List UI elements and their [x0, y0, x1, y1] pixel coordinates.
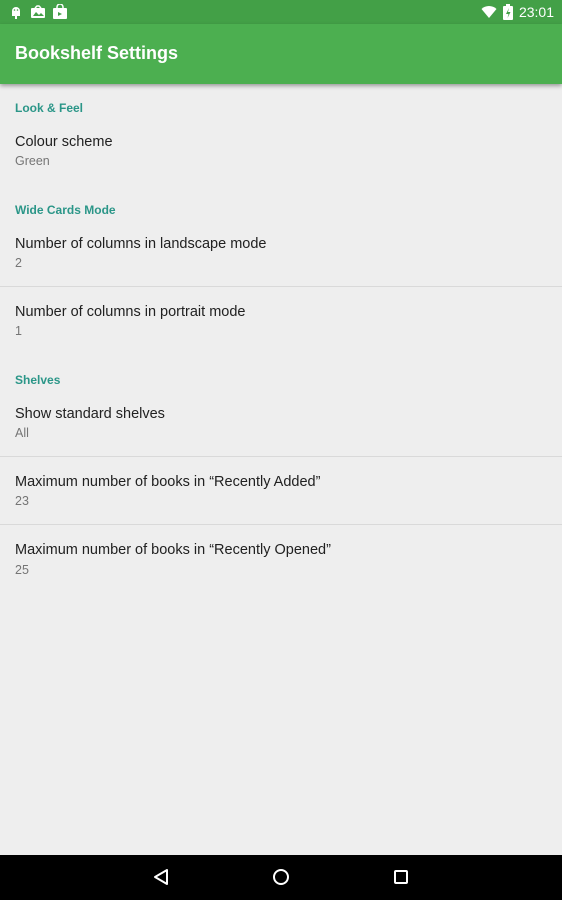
pref-summary: 23 [15, 494, 29, 508]
navigation-bar [0, 855, 562, 900]
pref-title: Maximum number of books in “Recently Ope… [15, 542, 331, 558]
pref-recently-added-max[interactable]: Maximum number of books in “Recently Add… [0, 460, 562, 524]
app-bar: Bookshelf Settings [0, 24, 562, 84]
settings-list: Look & Feel Colour scheme Green Wide Car… [0, 84, 562, 854]
pref-portrait-columns[interactable]: Number of columns in portrait mode 1 [0, 290, 562, 354]
section-header-look-and-feel: Look & Feel [15, 101, 84, 115]
back-icon[interactable] [149, 865, 173, 889]
status-bar: 23:01 [0, 0, 562, 24]
pref-title: Number of columns in portrait mode [15, 304, 246, 320]
android-debug-icon [8, 4, 24, 20]
pref-landscape-columns[interactable]: Number of columns in landscape mode 2 [0, 222, 562, 286]
pref-colour-scheme[interactable]: Colour scheme Green [0, 120, 562, 180]
section-header-shelves: Shelves [15, 373, 61, 387]
wifi-icon [481, 4, 497, 20]
divider [0, 524, 562, 525]
pref-standard-shelves[interactable]: Show standard shelves All [0, 392, 562, 456]
divider [0, 456, 562, 457]
pref-summary: 2 [15, 256, 22, 270]
home-icon[interactable] [269, 865, 293, 889]
pref-summary: 25 [15, 563, 29, 577]
page-title: Bookshelf Settings [15, 43, 179, 63]
battery-icon [502, 4, 513, 20]
pref-summary: Green [15, 154, 50, 168]
pref-title: Number of columns in landscape mode [15, 236, 267, 252]
pref-title: Show standard shelves [15, 406, 165, 422]
pref-title: Colour scheme [15, 134, 113, 150]
pref-recently-opened-max[interactable]: Maximum number of books in “Recently Ope… [0, 528, 562, 592]
pref-summary: All [15, 426, 29, 440]
recents-icon[interactable] [389, 865, 413, 889]
section-header-wide-cards: Wide Cards Mode [15, 203, 116, 217]
pref-title: Maximum number of books in “Recently Add… [15, 474, 321, 490]
image-notification-icon [30, 4, 46, 20]
divider [0, 286, 562, 287]
pref-summary: 1 [15, 324, 22, 338]
store-notification-icon [52, 3, 68, 20]
status-time: 23:01 [518, 4, 554, 20]
